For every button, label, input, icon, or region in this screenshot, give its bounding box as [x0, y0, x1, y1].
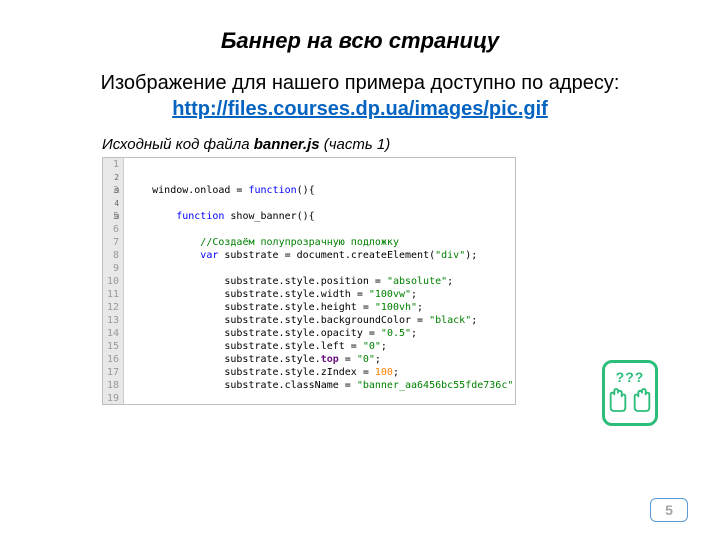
caption-prefix: Исходный код файла	[102, 136, 254, 153]
hand-left-icon	[607, 387, 629, 418]
line-number: 7	[107, 236, 119, 249]
line-number: 19	[107, 392, 119, 405]
line-number: 6	[107, 223, 119, 236]
intro-prefix: Изображение для нашего примера доступно …	[101, 72, 620, 94]
line-number: 8	[107, 249, 119, 262]
questions-icon: ???	[602, 360, 658, 426]
line-number-gutter: 1 2 ⊟ 3 4 ⊟ 5 6 7 8 9 10 11 12 13 14 15 …	[103, 158, 124, 404]
line-number: 4 ⊟	[107, 197, 119, 210]
line-number: 2 ⊟	[107, 171, 119, 184]
caption-suffix: (часть 1)	[320, 136, 391, 153]
questions-label: ???	[616, 369, 645, 385]
intro-text: Изображение для нашего примера доступно …	[0, 70, 720, 122]
intro-link[interactable]: http://files.courses.dp.ua/images/pic.gi…	[172, 98, 548, 120]
line-number: 10	[107, 275, 119, 288]
line-number: 18	[107, 379, 119, 392]
code-screenshot: 1 2 ⊟ 3 4 ⊟ 5 6 7 8 9 10 11 12 13 14 15 …	[102, 157, 516, 405]
line-number: 13	[107, 314, 119, 327]
slide-title: Баннер на всю страницу	[0, 0, 720, 54]
line-number: 14	[107, 327, 119, 340]
caption-filename: banner.js	[254, 136, 320, 153]
line-number: 9	[107, 262, 119, 275]
line-number: 12	[107, 301, 119, 314]
line-number: 15	[107, 340, 119, 353]
line-number: 16	[107, 353, 119, 366]
hands-icon	[607, 387, 653, 418]
hand-right-icon	[631, 387, 653, 418]
line-number: 1	[107, 158, 119, 171]
line-number: 11	[107, 288, 119, 301]
code-caption: Исходный код файла banner.js (часть 1)	[102, 136, 412, 155]
code-content: window.onload = function(){ function sho…	[124, 158, 516, 404]
page-number-badge: 5	[650, 498, 688, 522]
line-number: 17	[107, 366, 119, 379]
